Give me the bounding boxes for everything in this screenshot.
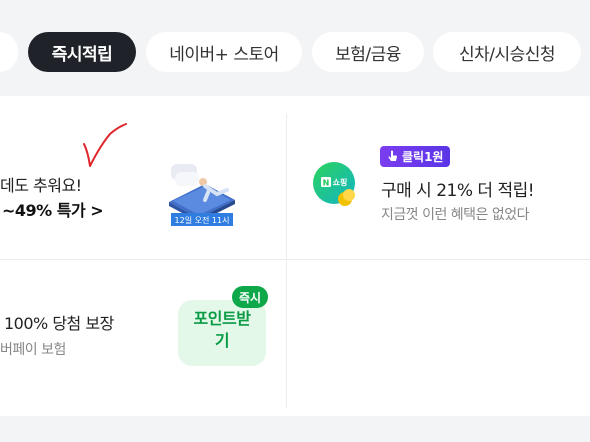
insurance-title[interactable]: 100% 당첨 보장 — [4, 310, 114, 334]
reward-title[interactable]: 구매 시 21% 더 적립! — [381, 176, 535, 201]
tab-insurance-finance[interactable]: 보험/금융 — [312, 32, 424, 72]
promo-discount-link[interactable]: ~49% 특가 > — [2, 197, 104, 221]
tab-instant-reward[interactable]: 즉시적립 — [28, 32, 136, 72]
get-points-label[interactable]: 포인트받 기 — [178, 308, 266, 352]
horizontal-divider — [0, 259, 590, 260]
promo-headline[interactable]: 데도 추워요! — [0, 172, 82, 196]
logo-text: 쇼핑 — [333, 177, 348, 187]
promo-card-grid: 데도 추워요! ~49% 특가 > 12일 오전 11시 N 쇼핑 클릭1원 구… — [0, 96, 590, 416]
thumb-caption: 12일 오전 11시 — [175, 215, 230, 225]
insurance-subtitle: 버페이 보험 — [0, 342, 66, 358]
tab-naver-plus-store[interactable]: 네이버+ 스토어 — [146, 32, 302, 72]
logo-letter: N — [323, 179, 330, 188]
get-points-line2: 기 — [214, 331, 230, 350]
click-reward-label: 클릭1원 — [402, 150, 444, 164]
red-check-annotation — [83, 123, 127, 167]
tab-previous-partial[interactable] — [0, 32, 18, 72]
tab-new-car-test-drive[interactable]: 신차/시승신청 — [433, 32, 581, 72]
click-hand-icon — [388, 150, 397, 161]
instant-badge: 즉시 — [232, 286, 268, 308]
reward-subtitle: 지금껏 이런 혜택은 없었다 — [381, 207, 530, 223]
naver-shopping-logo[interactable]: N 쇼핑 — [313, 162, 357, 210]
click-reward-badge: 클릭1원 — [380, 146, 451, 167]
vertical-divider — [286, 114, 287, 408]
get-points-line1: 포인트받 — [193, 309, 251, 328]
mattress-product-image[interactable]: 12일 오전 11시 — [165, 154, 237, 228]
category-tab-bar: 즉시적립 네이버+ 스토어 보험/금융 신차/시승신청 — [0, 0, 590, 96]
